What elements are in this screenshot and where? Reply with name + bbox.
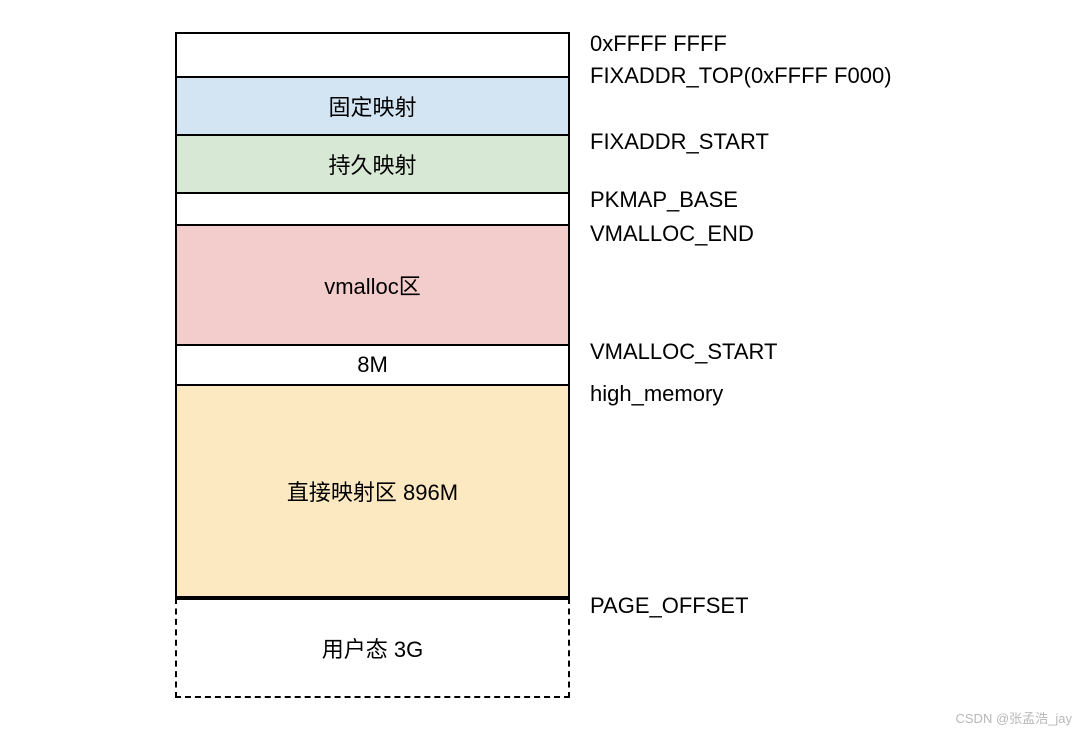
memory-stack: 固定映射 持久映射 vmalloc区 8M 直接映射区 896M 用户态 3G [175, 32, 570, 698]
label-ffff-ffff: 0xFFFF FFFF [590, 30, 727, 59]
label-fixaddr-start: FIXADDR_START [590, 128, 769, 157]
segment-direct-map: 直接映射区 896M [175, 386, 570, 598]
diagram-canvas: 固定映射 持久映射 vmalloc区 8M 直接映射区 896M 用户态 3G … [0, 0, 1086, 735]
label-page-offset: PAGE_OFFSET [590, 592, 749, 621]
segment-label: 固定映射 [328, 90, 416, 122]
segment-label: 直接映射区 896M [287, 475, 458, 507]
segment-vmalloc: vmalloc区 [175, 224, 570, 344]
label-vmalloc-end: VMALLOC_END [590, 220, 754, 249]
label-fixaddr-top: FIXADDR_TOP(0xFFFF F000) [590, 62, 892, 91]
segment-label: vmalloc区 [324, 269, 421, 301]
segment-persistent-map: 持久映射 [175, 134, 570, 192]
segment-label: 8M [357, 352, 388, 378]
label-vmalloc-start: VMALLOC_START [590, 338, 777, 367]
segment-label: 用户态 3G [322, 632, 423, 664]
label-high-memory: high_memory [590, 380, 723, 409]
segment-eight-m: 8M [175, 344, 570, 386]
segment-gap2 [175, 192, 570, 224]
segment-fixed-map: 固定映射 [175, 76, 570, 134]
segment-user-space: 用户态 3G [175, 598, 570, 698]
label-pkmap-base: PKMAP_BASE [590, 186, 738, 215]
watermark: CSDN @张孟浩_jay [956, 708, 1073, 727]
segment-label: 持久映射 [328, 148, 416, 180]
segment-top-gap [175, 32, 570, 76]
